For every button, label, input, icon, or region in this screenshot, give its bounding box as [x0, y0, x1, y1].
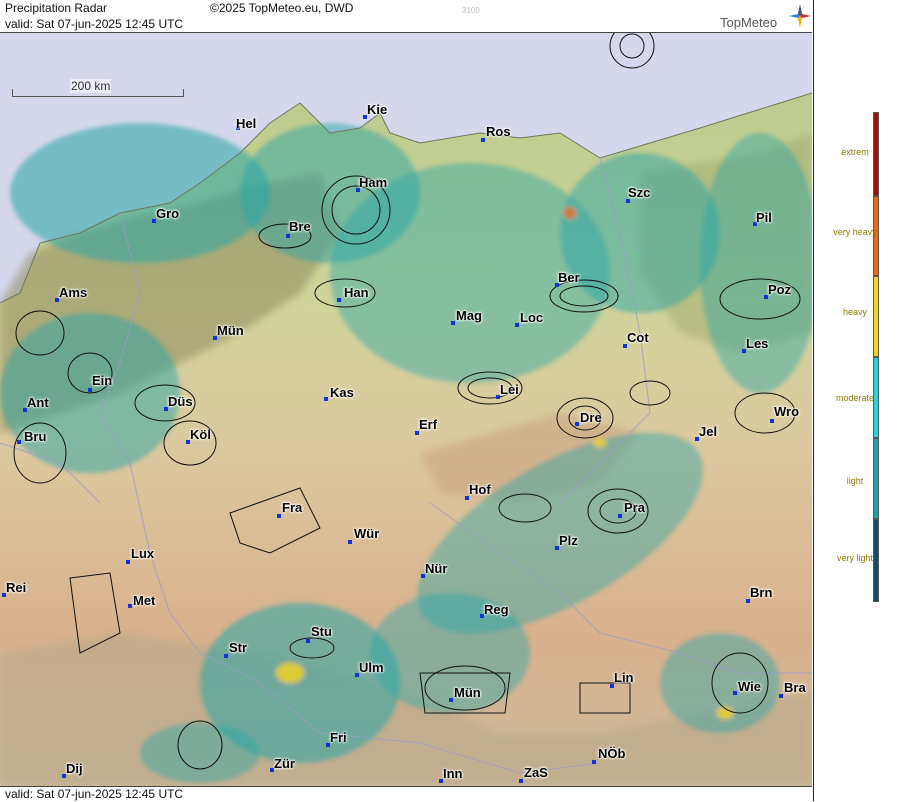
city-label: Les: [746, 336, 769, 351]
city-label: Poz: [768, 282, 792, 297]
radar-map[interactable]: 200 km Hel Kie Ros Ham Szc Gro Bre Pil A…: [0, 33, 812, 786]
city-label: Ant: [27, 395, 49, 410]
city-label: Fra: [282, 500, 303, 515]
city-label: Mün: [454, 685, 481, 700]
city-marker: [88, 388, 92, 392]
city-label: Plz: [559, 533, 578, 548]
city-label: Lei: [500, 382, 519, 397]
city-label: NÖb: [598, 746, 626, 761]
city-label: Zür: [274, 756, 295, 771]
city-label: Dij: [66, 761, 83, 776]
city-label: Mag: [456, 308, 482, 323]
city-label: Köl: [190, 427, 211, 442]
city-marker: [770, 419, 774, 423]
city-label: Düs: [168, 394, 193, 409]
city-label: Brn: [750, 585, 773, 600]
legend-label-very-heavy: very heavy: [833, 227, 877, 237]
city-marker: [618, 514, 622, 518]
city-label: Bra: [784, 680, 806, 695]
city-marker: [277, 514, 281, 518]
city-label: Dre: [580, 410, 602, 425]
city-label: Ulm: [359, 660, 384, 675]
city-marker: [17, 440, 21, 444]
city-marker: [481, 138, 485, 142]
city-marker: [592, 760, 596, 764]
legend-label-moderate: moderate: [835, 393, 875, 403]
city-marker: [128, 604, 132, 608]
image-code: 3100: [462, 6, 480, 15]
city-label: Stu: [311, 624, 332, 639]
city-label: Wür: [354, 526, 380, 541]
city-marker: [224, 654, 228, 658]
city-marker: [515, 323, 519, 327]
copyright-text: ©2025 TopMeteo.eu, DWD: [210, 1, 354, 15]
city-label: Mün: [217, 323, 244, 338]
scale-label: 200 km: [70, 79, 112, 93]
valid-time: valid: Sat 07-jun-2025 12:45 UTC: [5, 17, 184, 31]
city-label: Lux: [131, 546, 155, 561]
city-label: Kie: [367, 102, 388, 117]
city-label: Reg: [484, 602, 509, 617]
map-header: Precipitation Radar ©2025 TopMeteo.eu, D…: [0, 0, 812, 33]
city-label: Nür: [425, 561, 448, 576]
city-marker: [733, 691, 737, 695]
city-marker: [286, 234, 290, 238]
city-label: Ros: [486, 124, 511, 139]
city-label: ZaS: [524, 765, 548, 780]
city-label: Gro: [156, 206, 180, 221]
map-footer: valid: Sat 07-jun-2025 12:45 UTC: [0, 786, 812, 802]
city-marker: [324, 397, 328, 401]
city-marker: [575, 422, 579, 426]
city-label: Bre: [289, 219, 311, 234]
city-label: Cot: [627, 330, 649, 345]
footer-valid-time: valid: Sat 07-jun-2025 12:45 UTC: [5, 787, 184, 801]
city-label: Str: [229, 640, 248, 655]
city-label: Bru: [24, 429, 47, 444]
legend-label-very-light: very light: [836, 553, 873, 563]
city-label: Ein: [92, 373, 113, 388]
city-label: Han: [344, 285, 369, 300]
legend-label-extrem: extrem: [841, 147, 869, 157]
city-label: Wro: [774, 404, 800, 419]
legend-label-light: light: [846, 476, 864, 486]
city-label: Hof: [469, 482, 491, 497]
city-label: Inn: [443, 766, 463, 781]
map-canvas: [0, 33, 812, 786]
city-label: Pil: [756, 210, 772, 225]
city-marker: [348, 540, 352, 544]
city-label: Wie: [738, 679, 761, 694]
city-label: Pra: [624, 500, 645, 515]
city-marker: [337, 298, 341, 302]
city-marker: [519, 779, 523, 783]
city-label: Ber: [558, 270, 580, 285]
city-label: Erf: [419, 417, 438, 432]
city-label: Fri: [330, 730, 347, 745]
city-marker: [779, 694, 783, 698]
city-marker: [306, 639, 310, 643]
city-marker: [126, 560, 130, 564]
map-title: Precipitation Radar: [5, 1, 108, 15]
city-label: Hel: [236, 116, 257, 131]
city-label: Rei: [6, 580, 27, 595]
logo-compass-icon: [789, 4, 811, 28]
city-label: Ham: [359, 175, 388, 190]
city-marker: [449, 698, 453, 702]
city-label: Ams: [59, 285, 88, 300]
city-marker: [451, 321, 455, 325]
logo-text: TopMeteo: [720, 15, 778, 30]
legend-label-heavy: heavy: [842, 307, 868, 317]
city-label: Jel: [699, 424, 718, 439]
city-label: Met: [133, 593, 156, 608]
city-label: Loc: [520, 310, 544, 325]
precipitation-legend: extrem very heavy heavy moderate light v…: [813, 0, 904, 801]
city-label: Kas: [330, 385, 354, 400]
city-label: Szc: [628, 185, 651, 200]
city-label: Lin: [614, 670, 634, 685]
